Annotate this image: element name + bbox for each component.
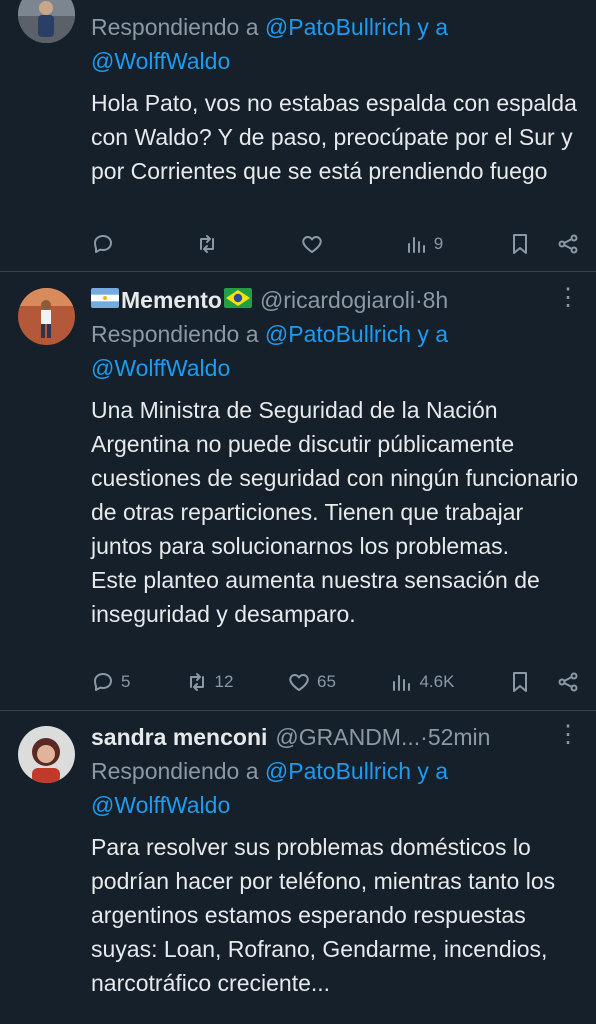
separator-dot: · xyxy=(420,723,428,750)
heart-icon xyxy=(301,236,322,253)
tweet-text: Hola Pato, vos no estabas espalda con es… xyxy=(91,90,584,184)
tweet-1[interactable]: Respondiendo a @PatoBullrich y a @WolffW… xyxy=(0,0,596,272)
bookmark-button[interactable] xyxy=(508,232,532,256)
user-handle[interactable]: @ricardogiaroli xyxy=(260,287,415,314)
tweet-actions: 9 xyxy=(91,229,580,259)
more-options-icon[interactable]: ⋮ xyxy=(556,720,580,754)
views-count: 4.6K xyxy=(419,672,455,691)
timestamp[interactable]: 52min xyxy=(428,724,491,751)
share-icon xyxy=(558,672,578,692)
tweet-header: sandra menconi @GRANDM... · 52min xyxy=(91,720,580,754)
share-button[interactable] xyxy=(556,670,580,694)
tweet-2[interactable]: Memento @ricardogiaroli · 8h ⋮ Respondie… xyxy=(0,271,596,711)
mention-link[interactable]: @WolffWaldo xyxy=(91,792,230,818)
right-actions xyxy=(508,232,580,256)
argentina-flag-icon xyxy=(91,287,119,314)
reply-context: Respondiendo a @PatoBullrich y a @WolffW… xyxy=(91,317,580,385)
separator-dot: · xyxy=(414,286,423,313)
reply-context: Respondiendo a @PatoBullrich y a @WolffW… xyxy=(91,10,580,78)
tweet-text: Para resolver sus problemas domésticos l… xyxy=(91,834,562,996)
reply-button[interactable] xyxy=(91,232,131,256)
user-handle[interactable]: @GRANDM... xyxy=(275,724,420,751)
brazil-flag-icon xyxy=(223,287,252,314)
views-icon xyxy=(407,237,425,253)
reply-and: y a xyxy=(411,758,449,784)
reply-count: 5 xyxy=(121,672,131,691)
reply-icon xyxy=(94,235,112,253)
like-button[interactable] xyxy=(300,232,340,256)
tweet-actions: 5 12 65 4.6K xyxy=(91,667,580,697)
avatar[interactable] xyxy=(18,288,75,345)
retweet-button[interactable]: 12 xyxy=(185,670,234,694)
like-button[interactable]: 65 xyxy=(287,670,336,694)
reply-context: Respondiendo a @PatoBullrich y a @WolffW… xyxy=(91,754,580,822)
reply-and: y a xyxy=(411,321,449,347)
views-button[interactable]: 9 xyxy=(404,232,444,256)
avatar[interactable] xyxy=(18,726,75,783)
right-actions xyxy=(508,670,580,694)
heart-icon xyxy=(289,674,309,691)
reply-prefix: Respondiendo a xyxy=(91,14,265,40)
views-count: 9 xyxy=(433,234,444,253)
tweet-header: Memento @ricardogiaroli · 8h xyxy=(91,283,580,317)
mention-link[interactable]: @PatoBullrich xyxy=(265,758,411,784)
mention-link[interactable]: @PatoBullrich xyxy=(265,14,411,40)
reply-icon xyxy=(94,673,112,691)
more-options-icon[interactable]: ⋮ xyxy=(556,283,580,317)
avatar[interactable] xyxy=(18,0,75,43)
reply-prefix: Respondiendo a xyxy=(91,758,265,784)
retweet-button[interactable] xyxy=(195,232,235,256)
bookmark-icon xyxy=(513,234,527,254)
retweet-count: 12 xyxy=(214,672,234,691)
reply-and: y a xyxy=(411,14,449,40)
retweet-icon xyxy=(200,235,215,253)
display-name[interactable]: Memento xyxy=(121,287,222,314)
mention-link[interactable]: @PatoBullrich xyxy=(265,321,411,347)
share-icon xyxy=(558,234,578,254)
tweet-text: Una Ministra de Seguridad de la Nación A… xyxy=(91,397,579,627)
views-icon xyxy=(393,675,411,691)
tweet-3[interactable]: sandra menconi @GRANDM... · 52min ⋮ Resp… xyxy=(0,710,596,1024)
like-count: 65 xyxy=(316,672,336,691)
bookmark-button[interactable] xyxy=(508,670,532,694)
bookmark-icon xyxy=(512,672,527,692)
retweet-icon xyxy=(189,673,204,691)
display-name[interactable]: sandra menconi xyxy=(91,724,267,751)
timestamp[interactable]: 8h xyxy=(423,287,449,314)
reply-button[interactable]: 5 xyxy=(91,670,131,694)
mention-link[interactable]: @WolffWaldo xyxy=(91,48,230,74)
views-button[interactable]: 4.6K xyxy=(389,670,454,694)
share-button[interactable] xyxy=(556,232,580,256)
reply-prefix: Respondiendo a xyxy=(91,321,265,347)
mention-link[interactable]: @WolffWaldo xyxy=(91,355,230,381)
